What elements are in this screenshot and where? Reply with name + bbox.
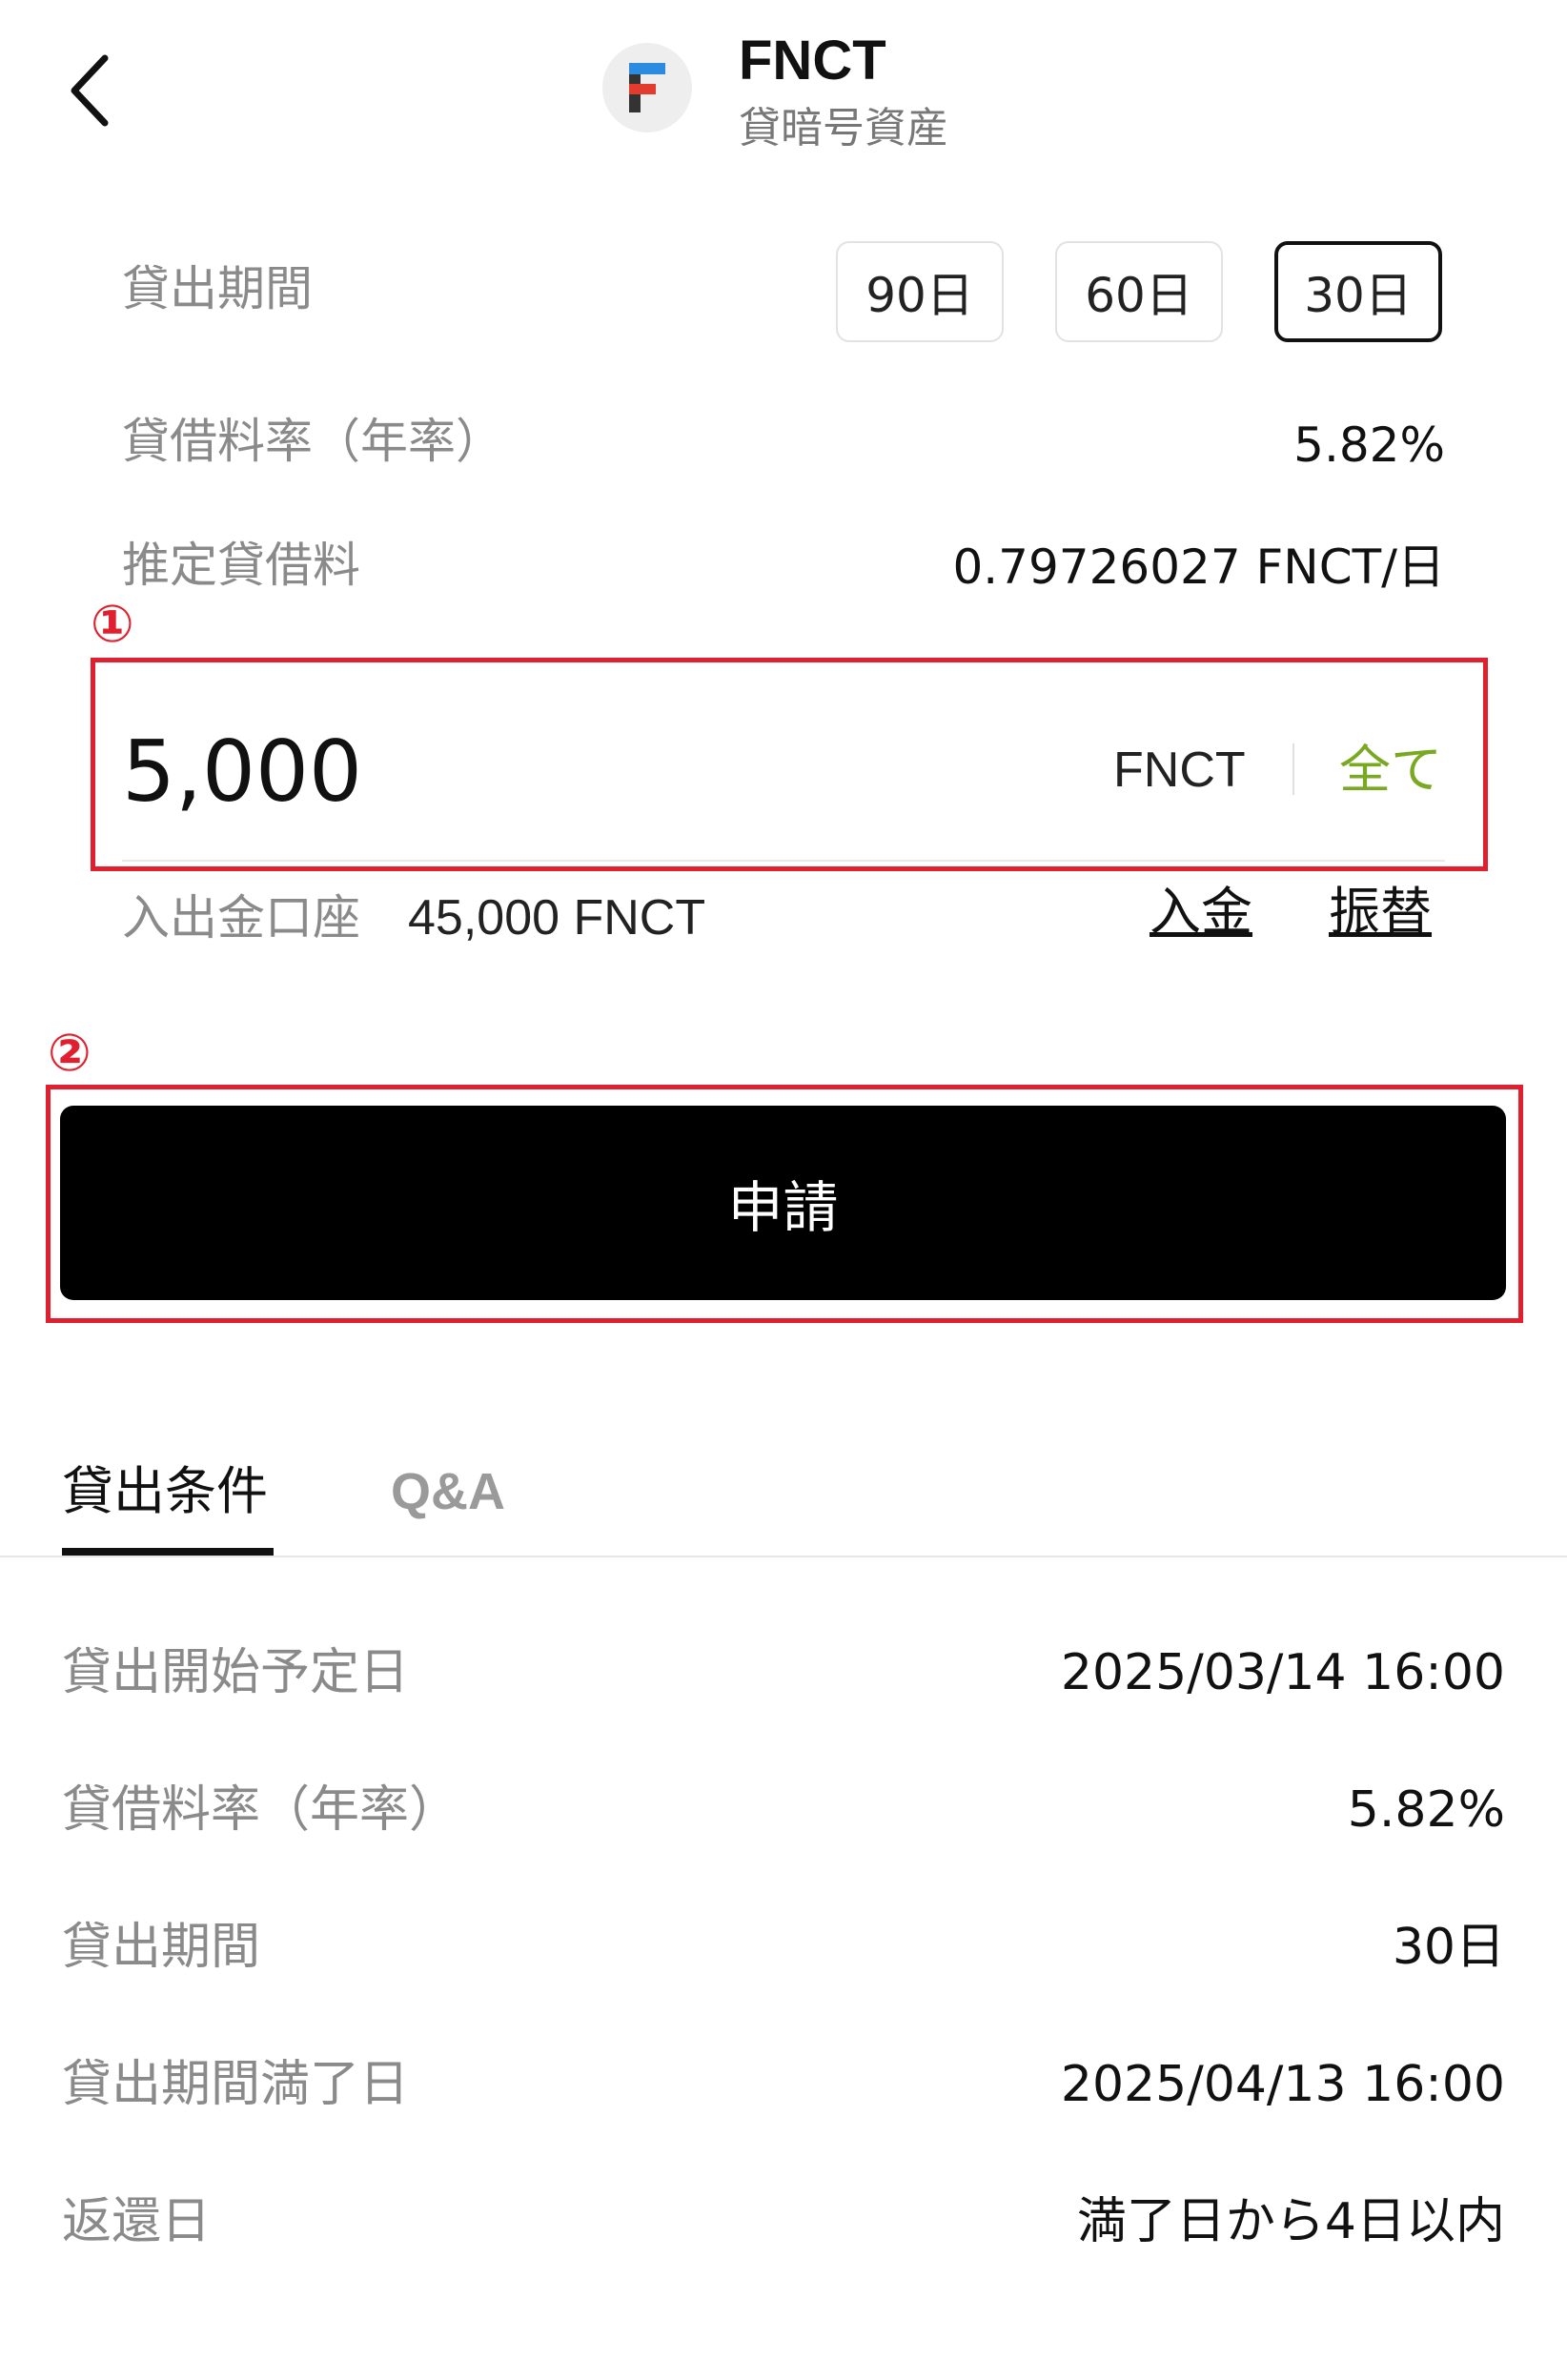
amount-input[interactable]: 5,000 (122, 720, 362, 824)
condition-value-period: 30日 (1392, 1919, 1505, 1976)
account-balance: 45,000 FNCT (408, 890, 706, 946)
active-tab-indicator (62, 1548, 274, 1556)
period-option-60[interactable]: 60日 (1055, 241, 1223, 342)
account-label: 入出金口座 (122, 890, 360, 946)
submit-button-label: 申請 (727, 1175, 839, 1240)
estimated-fee-value: 0.79726027 FNCT/日 (952, 539, 1445, 595)
page-subtitle: 貸暗号資産 (739, 104, 948, 153)
period-label: 貸出期間 (122, 261, 313, 316)
chevron-left-icon (71, 54, 109, 127)
amount-input-underline (122, 860, 1445, 862)
amount-input-value: 5,000 (122, 722, 362, 821)
annotation-marker-1: ① (91, 594, 134, 654)
condition-value-return-date: 満了日から4日以内 (1076, 2193, 1505, 2250)
condition-value-rate: 5.82% (1347, 1781, 1505, 1839)
amount-unit-label: FNCT (1113, 742, 1246, 798)
condition-value-end-date: 2025/04/13 16:00 (1060, 2056, 1505, 2113)
period-option-30[interactable]: 30日 (1274, 241, 1442, 342)
deposit-link[interactable]: 入金 (1150, 879, 1252, 946)
estimated-fee-label: 推定貸借料 (122, 538, 360, 593)
condition-label-period: 貸出期間 (62, 1919, 261, 1976)
all-amount-button[interactable]: 全て (1339, 734, 1442, 806)
period-option-90[interactable]: 90日 (836, 241, 1004, 342)
tab-lending-conditions[interactable]: 貸出条件 (62, 1458, 268, 1525)
condition-label-start-date: 貸出開始予定日 (62, 1644, 410, 1701)
condition-label-end-date: 貸出期間満了日 (62, 2056, 410, 2113)
fnct-logo-icon (629, 63, 665, 112)
rate-value: 5.82% (1293, 417, 1445, 473)
back-button[interactable] (52, 38, 129, 143)
tab-qa[interactable]: Q&A (391, 1458, 505, 1525)
condition-value-start-date: 2025/03/14 16:00 (1060, 1644, 1505, 1701)
transfer-link[interactable]: 振替 (1329, 879, 1432, 946)
rate-label: 貸借料率（年率） (122, 414, 503, 469)
asset-logo (602, 43, 692, 132)
annotation-marker-2: ② (48, 1023, 92, 1083)
submit-button[interactable]: 申請 (60, 1106, 1506, 1300)
condition-label-rate: 貸借料率（年率） (62, 1781, 459, 1839)
tabs-divider (0, 1556, 1567, 1557)
unit-divider (1292, 743, 1294, 795)
condition-label-return-date: 返還日 (62, 2193, 212, 2250)
page-title: FNCT (739, 30, 886, 92)
